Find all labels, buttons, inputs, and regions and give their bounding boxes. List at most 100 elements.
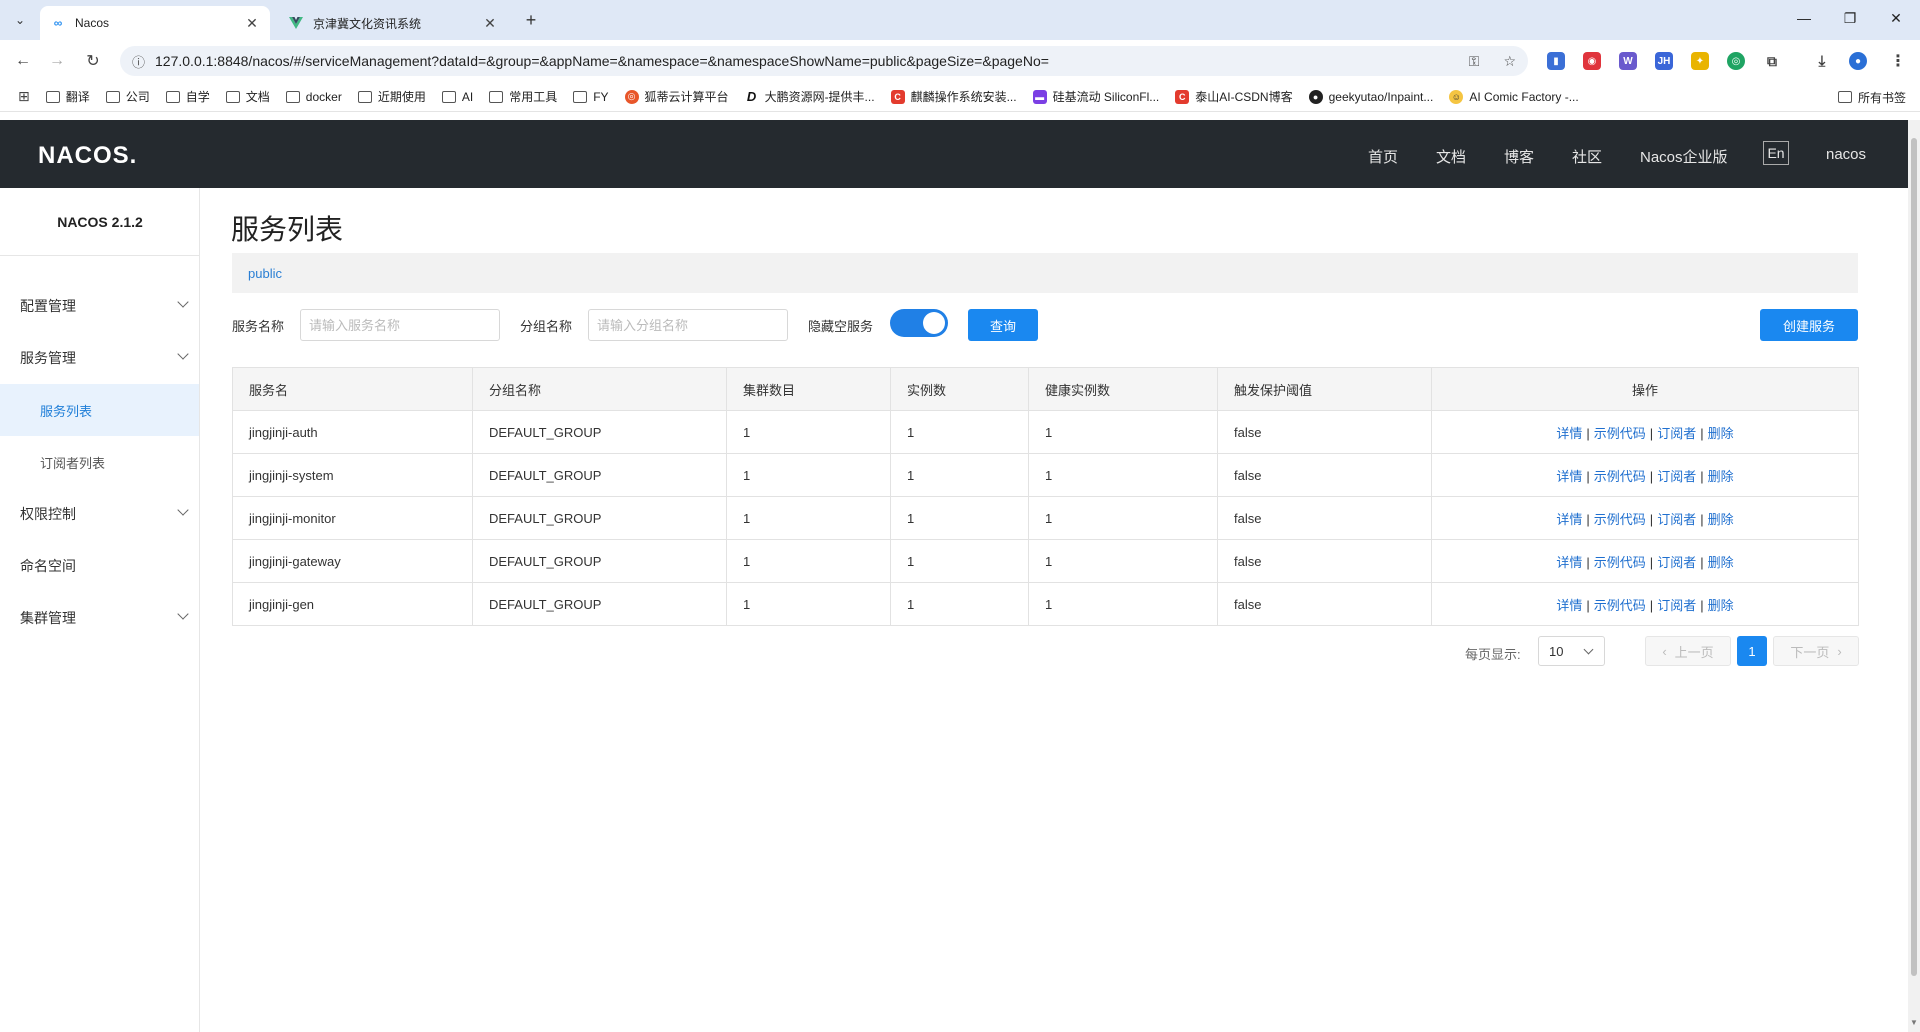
scrollbar-thumb[interactable] — [1911, 138, 1917, 976]
col-healthy-instance-count[interactable]: 健康实例数 — [1028, 367, 1218, 411]
language-switch[interactable]: En — [1763, 141, 1789, 165]
apps-grid-icon[interactable]: ⊞ — [18, 88, 30, 105]
create-service-button[interactable]: 创建服务 — [1760, 309, 1858, 341]
subscribers-link[interactable]: 订阅者 — [1657, 555, 1696, 570]
detail-link[interactable]: 详情 — [1556, 598, 1582, 613]
extension-chart-icon[interactable]: ▮ — [1547, 52, 1565, 70]
page-1-button[interactable]: 1 — [1737, 636, 1767, 666]
subscribers-link[interactable]: 订阅者 — [1657, 426, 1696, 441]
next-page-button[interactable]: 下一页 › — [1773, 636, 1859, 666]
col-protect-threshold[interactable]: 触发保护阈值 — [1217, 367, 1432, 411]
sidebar-item-cluster[interactable]: 集群管理 — [0, 592, 199, 644]
col-group-name[interactable]: 分组名称 — [472, 367, 727, 411]
all-bookmarks[interactable]: 所有书签 — [1837, 82, 1906, 112]
bookmark-site[interactable]: ☺ AI Comic Factory -... — [1449, 89, 1579, 104]
scroll-down-arrow-icon[interactable]: ▼ — [1910, 1018, 1918, 1027]
detail-link[interactable]: 详情 — [1556, 469, 1582, 484]
nav-enterprise[interactable]: Nacos企业版 — [1640, 146, 1728, 167]
bookmark-site[interactable]: C 麒麟操作系统安装... — [890, 88, 1017, 105]
bookmark-site[interactable]: ▬ 硅基流动 SiliconFl... — [1032, 88, 1159, 105]
new-tab-icon[interactable]: + — [520, 9, 542, 31]
extension-shield-icon[interactable]: ◉ — [1583, 52, 1601, 70]
back-icon[interactable]: ← — [12, 50, 34, 72]
group-name-input[interactable] — [588, 309, 788, 341]
nacos-logo[interactable]: NACOS. — [38, 142, 137, 170]
detail-link[interactable]: 详情 — [1556, 512, 1582, 527]
close-tab-icon[interactable]: ✕ — [244, 15, 260, 32]
subscribers-link[interactable]: 订阅者 — [1657, 469, 1696, 484]
sidebar-item-namespace[interactable]: 命名空间 — [0, 540, 199, 592]
delete-link[interactable]: 删除 — [1708, 598, 1734, 613]
download-icon[interactable]: ⤓ — [1813, 52, 1831, 70]
extension-puzzle-yellow-icon[interactable]: ✦ — [1691, 52, 1709, 70]
restore-icon[interactable]: ❐ — [1840, 10, 1860, 27]
col-service-name[interactable]: 服务名 — [232, 367, 473, 411]
delete-link[interactable]: 删除 — [1708, 426, 1734, 441]
nav-home[interactable]: 首页 — [1368, 146, 1398, 167]
hide-empty-toggle[interactable] — [890, 309, 948, 337]
bookmark-folder[interactable]: FY — [573, 90, 609, 104]
bookmark-folder[interactable]: 翻译 — [45, 88, 90, 105]
key-icon[interactable]: ⚿ — [1469, 53, 1480, 70]
profile-avatar[interactable]: ● — [1849, 52, 1867, 70]
sample-code-link[interactable]: 示例代码 — [1594, 426, 1646, 441]
sidebar-item-subscribers[interactable]: 订阅者列表 — [0, 436, 199, 488]
close-window-icon[interactable]: ✕ — [1886, 10, 1906, 27]
detail-link[interactable]: 详情 — [1556, 555, 1582, 570]
page-scrollbar[interactable]: ▲ ▼ — [1908, 120, 1920, 1032]
sample-code-link[interactable]: 示例代码 — [1594, 555, 1646, 570]
prev-page-button[interactable]: ‹ 上一页 — [1645, 636, 1731, 666]
query-button[interactable]: 查询 — [968, 309, 1038, 341]
address-bar[interactable]: ⓘ 127.0.0.1:8848/nacos/#/serviceManageme… — [120, 46, 1528, 76]
sidebar-item-service-management[interactable]: 服务管理 — [0, 332, 199, 384]
bookmark-site[interactable]: ● geekyutao/Inpaint... — [1308, 89, 1433, 104]
bookmark-folder[interactable]: 近期使用 — [357, 88, 426, 105]
bookmark-site[interactable]: C 泰山AI-CSDN博客 — [1175, 88, 1293, 105]
nav-blog[interactable]: 博客 — [1504, 146, 1534, 167]
extension-green-icon[interactable]: ◎ — [1727, 52, 1745, 70]
sample-code-link[interactable]: 示例代码 — [1594, 512, 1646, 527]
delete-link[interactable]: 删除 — [1708, 555, 1734, 570]
nav-docs[interactable]: 文档 — [1436, 146, 1466, 167]
delete-link[interactable]: 删除 — [1708, 469, 1734, 484]
sidebar-item-service-list[interactable]: 服务列表 — [0, 384, 199, 436]
minimize-icon[interactable]: — — [1794, 10, 1814, 26]
close-tab-icon[interactable]: ✕ — [482, 15, 498, 32]
nav-community[interactable]: 社区 — [1572, 146, 1602, 167]
cell-instance-count: 1 — [890, 453, 1029, 497]
service-name-input[interactable] — [300, 309, 500, 341]
sidebar-item-config[interactable]: 配置管理 — [0, 280, 199, 332]
subscribers-link[interactable]: 订阅者 — [1657, 512, 1696, 527]
detail-link[interactable]: 详情 — [1556, 426, 1582, 441]
bookmark-folder[interactable]: 常用工具 — [489, 88, 557, 105]
sample-code-link[interactable]: 示例代码 — [1594, 598, 1646, 613]
sidebar-item-access-control[interactable]: 权限控制 — [0, 488, 199, 540]
bookmark-star-icon[interactable]: ☆ — [1503, 53, 1516, 70]
forward-icon[interactable]: → — [46, 50, 68, 72]
user-menu[interactable]: nacos — [1826, 146, 1866, 163]
bookmark-site[interactable]: ◎ 狐蒂云计算平台 — [624, 88, 729, 105]
subscribers-link[interactable]: 订阅者 — [1657, 598, 1696, 613]
browser-tab-nacos[interactable]: ∞ Nacos ✕ — [40, 6, 270, 40]
browser-menu-icon[interactable]: ⋮ — [1889, 52, 1907, 70]
bookmark-folder[interactable]: 公司 — [105, 88, 150, 105]
browser-tab-jingjinji[interactable]: 京津冀文化资讯系统 ✕ — [278, 6, 508, 40]
page-size-select[interactable]: 10 — [1538, 636, 1605, 666]
extension-ws-icon[interactable]: W — [1619, 52, 1637, 70]
extensions-puzzle-icon[interactable]: ⧉ — [1763, 52, 1781, 70]
bookmark-folder[interactable]: docker — [285, 90, 342, 104]
bookmark-site[interactable]: D 大鹏资源网-提供丰... — [744, 88, 875, 105]
cell-healthy-count: 1 — [1028, 453, 1218, 497]
namespace-public-link[interactable]: public — [248, 266, 282, 281]
delete-link[interactable]: 删除 — [1708, 512, 1734, 527]
extension-jh-icon[interactable]: JH — [1655, 52, 1673, 70]
sample-code-link[interactable]: 示例代码 — [1594, 469, 1646, 484]
col-cluster-count[interactable]: 集群数目 — [726, 367, 891, 411]
tab-search-chevron-icon[interactable]: ⌄ — [8, 8, 32, 32]
reload-icon[interactable]: ↻ — [82, 50, 104, 72]
col-instance-count[interactable]: 实例数 — [890, 367, 1029, 411]
bookmark-folder[interactable]: AI — [441, 90, 473, 104]
bookmark-folder[interactable]: 自学 — [165, 88, 210, 105]
site-info-icon[interactable]: ⓘ — [132, 52, 145, 71]
bookmark-folder[interactable]: 文档 — [225, 88, 270, 105]
